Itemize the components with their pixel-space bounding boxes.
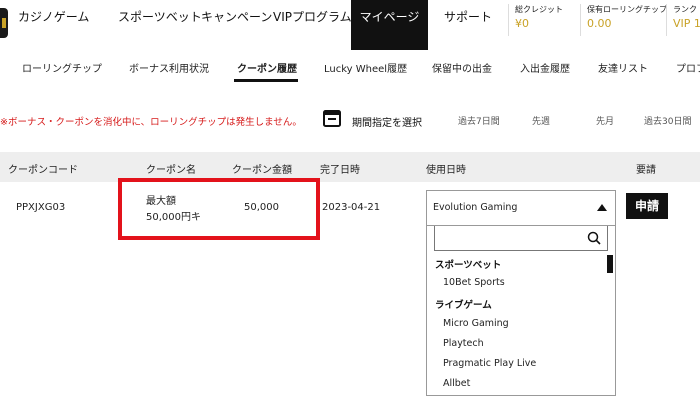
total-credit-label: 総クレジット	[515, 5, 563, 14]
game-provider-select[interactable]: Evolution Gaming	[426, 190, 616, 226]
nav-campaign[interactable]: キャンペーン	[201, 0, 272, 50]
tab-rolling-chip[interactable]: ローリングチップ	[22, 60, 102, 75]
group-sports-bet: スポーツベット	[435, 260, 502, 271]
tab-coupon-history[interactable]: クーポン履歴	[237, 60, 297, 75]
apply-button[interactable]: 申請	[626, 193, 668, 219]
top-nav: カジノゲーム スポーツベット キャンペーン VIPプログラム マイページ サポー…	[0, 0, 700, 50]
option-micro-gaming[interactable]: Micro Gaming	[443, 318, 509, 329]
col-coupon-name: クーポン名	[146, 165, 196, 176]
completed-date: 2023-04-21	[322, 202, 381, 213]
brand-logo[interactable]	[0, 8, 8, 38]
rolling-chip-label: 保有ローリングチップ	[587, 5, 667, 14]
col-coupon-amount: クーポン金額	[232, 165, 292, 176]
rank: ランク VIP 1	[666, 4, 700, 36]
period-last-30-days[interactable]: 過去30日間	[644, 114, 691, 127]
nav-support[interactable]: サポート	[444, 0, 492, 50]
rank-label: ランク	[673, 5, 697, 14]
group-live-game: ライブゲーム	[435, 300, 492, 311]
nav-vip-program[interactable]: VIPプログラム	[273, 0, 352, 50]
nav-casino-games[interactable]: カジノゲーム	[18, 0, 89, 50]
total-credit-value: ¥0	[515, 17, 529, 30]
col-coupon-code: クーポンコード	[8, 165, 78, 176]
provider-search-input[interactable]	[434, 226, 608, 251]
tab-pending-withdrawal[interactable]: 保留中の出金	[432, 60, 492, 75]
search-icon	[587, 231, 601, 245]
col-request: 要請	[636, 165, 656, 176]
rank-value: VIP 1	[673, 17, 700, 30]
dropdown-scrollbar[interactable]	[607, 255, 613, 273]
tab-profile[interactable]: プロフ	[676, 60, 700, 75]
nav-sports-bet[interactable]: スポーツベット	[118, 0, 202, 50]
rolling-chip-value: 0.00	[587, 17, 612, 30]
period-last-7-days[interactable]: 過去7日間	[458, 114, 500, 127]
caret-up-icon	[597, 204, 607, 211]
notice-text: ※ボーナス・クーポンを消化中に、ローリングチップは発生しません。	[0, 117, 302, 128]
period-last-week[interactable]: 先週	[532, 114, 550, 127]
tab-friend-list[interactable]: 友達リスト	[598, 60, 648, 75]
option-pragmatic-play-live[interactable]: Pragmatic Play Live	[443, 358, 536, 369]
period-last-month[interactable]: 先月	[596, 114, 614, 127]
rolling-chip: 保有ローリングチップ 0.00	[580, 4, 667, 36]
active-tab-indicator	[234, 79, 298, 82]
selected-provider: Evolution Gaming	[433, 202, 518, 213]
sub-tabs: ローリングチップ ボーナス利用状況 クーポン履歴 Lucky Wheel履歴 保…	[0, 50, 700, 84]
tab-deposit-withdrawal-history[interactable]: 入出金履歴	[520, 60, 570, 75]
provider-dropdown-list: スポーツベット 10Bet Sports ライブゲーム Micro Gaming…	[426, 226, 616, 396]
period-select-label[interactable]: 期間指定を選択	[352, 114, 422, 129]
option-allbet[interactable]: Allbet	[443, 378, 470, 389]
nav-my-page[interactable]: マイページ	[351, 0, 428, 50]
tab-lucky-wheel-history[interactable]: Lucky Wheel履歴	[324, 60, 407, 75]
col-completed-date: 完了日時	[320, 165, 360, 176]
table-header: クーポンコード クーポン名 クーポン金額 完了日時 使用日時 要請	[0, 152, 700, 182]
tab-bonus-status[interactable]: ボーナス利用状況	[129, 60, 209, 75]
highlight-annotation	[118, 178, 320, 240]
calendar-icon[interactable]	[322, 108, 342, 128]
total-credit: 総クレジット ¥0	[508, 4, 580, 36]
coupon-code: PPXJXG03	[16, 202, 66, 213]
option-playtech[interactable]: Playtech	[443, 338, 484, 349]
col-usage-date: 使用日時	[426, 165, 466, 176]
option-10bet-sports[interactable]: 10Bet Sports	[443, 277, 505, 288]
